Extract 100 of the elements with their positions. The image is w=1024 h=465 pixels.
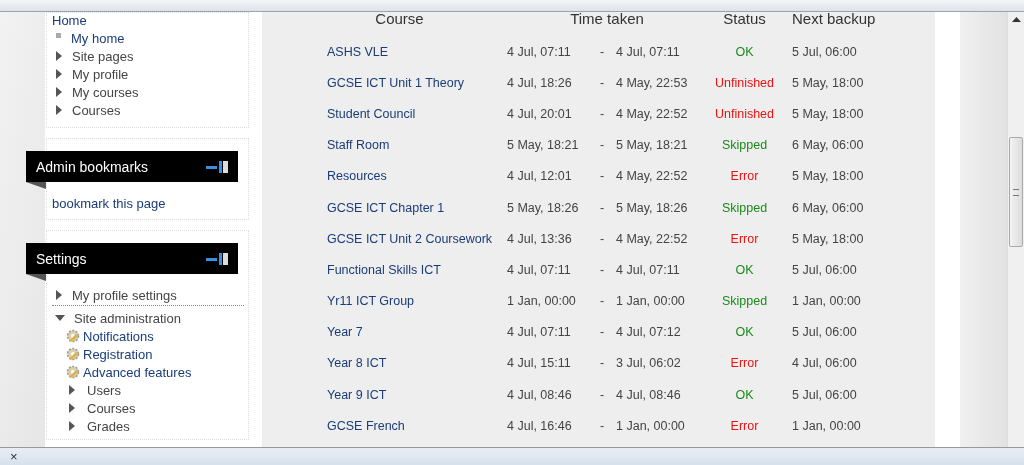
course-link[interactable]: GCSE ICT Unit 1 Theory (327, 75, 465, 90)
column-header: Next backup (791, 12, 876, 29)
home-link[interactable]: Home (52, 13, 244, 29)
table-cell-text: 1 Jan, 00:00 (616, 417, 686, 435)
scroll-up-icon[interactable] (1011, 17, 1021, 22)
table-cell: - (600, 254, 616, 286)
course-link[interactable]: ASHS VLE (327, 44, 389, 59)
table-cell-text: 5 Jul, 06:00 (791, 324, 858, 342)
table-cell-text: 5 May, 18:00 (791, 105, 865, 123)
scrollbar[interactable] (1007, 12, 1024, 447)
table-cell: 4 Jul, 20:01 (507, 98, 600, 130)
status-text: Unfinished (713, 105, 776, 123)
table-cell: 4 Jul, 07:11 (507, 36, 600, 68)
nav-item[interactable]: Courses (72, 102, 121, 118)
table-cell: - (600, 98, 616, 130)
table-cell: 4 Jul, 13:36 (507, 223, 600, 255)
table-cell-text: 1 Jan, 00:00 (791, 417, 862, 435)
table-cell: - (600, 347, 616, 380)
course-link[interactable]: Functional Skills ICT (327, 262, 441, 277)
table-cell-text: 5 May, 18:21 (616, 137, 689, 155)
status-text: Error (729, 417, 760, 435)
nav-item[interactable]: My profile (72, 66, 129, 82)
course-link[interactable]: Yr11 ICT Group (327, 294, 415, 309)
table-cell-text: 3 Jul, 06:02 (616, 355, 682, 373)
dock-icon[interactable] (206, 252, 228, 265)
course-link[interactable]: GCSE ICT Unit 2 Coursework (327, 231, 493, 246)
dock-icon[interactable] (206, 160, 228, 173)
nav-item[interactable]: My courses (72, 84, 139, 100)
table-cell: 4 Jul, 18:26 (507, 67, 600, 99)
table-cell: 4 Jul, 07:11 (507, 254, 600, 286)
table-cell-text: 4 May, 22:52 (616, 168, 689, 186)
table-cell-text: 5 May, 18:26 (616, 199, 689, 217)
table-cell: 5 May, 18:26 (507, 191, 600, 224)
table-cell-text: 4 May, 22:52 (616, 230, 689, 248)
table-cell-text: 5 Jul, 06:00 (791, 386, 858, 404)
course-link[interactable]: Year 7 (327, 325, 363, 340)
table-cell: - (600, 379, 616, 411)
table-cell: 5 May, 18:21 (507, 129, 600, 161)
ribbon-fold (26, 274, 46, 281)
course-link[interactable]: Resources (327, 169, 387, 184)
table-cell: 4 Jul, 07:11 (507, 316, 600, 348)
table-cell-text: 6 May, 06:00 (791, 137, 865, 155)
table-cell: - (600, 316, 616, 348)
course-link[interactable]: Student Council (327, 106, 416, 121)
status-text: OK (734, 386, 755, 404)
status-text: OK (734, 43, 755, 61)
scrollbar-thumb[interactable] (1009, 137, 1023, 247)
course-link[interactable]: Year 9 ICT (327, 387, 387, 402)
settings-item[interactable]: Advanced features (83, 364, 192, 380)
status-text: OK (734, 324, 755, 342)
bullet-icon (56, 32, 61, 38)
table-cell-text: 5 May, 18:00 (791, 168, 865, 186)
block-title: Settings (36, 250, 87, 267)
course-link[interactable]: GCSE ICT Chapter 1 (327, 200, 445, 215)
close-button[interactable]: × (6, 449, 22, 464)
gear-icon (66, 365, 80, 379)
status-text: Error (729, 355, 760, 373)
nav-item[interactable]: My home (71, 30, 125, 46)
table-cell-text: 4 Jul, 06:00 (791, 355, 858, 373)
table-cell: - (600, 285, 616, 317)
settings-item[interactable]: Grades (87, 418, 130, 434)
course-link[interactable]: Year 8 ICT (327, 356, 387, 371)
table-cell-text: 4 Jul, 08:46 (616, 386, 682, 404)
table-cell-text: 4 Jul, 07:12 (616, 324, 682, 342)
table-cell-text: 4 May, 22:53 (616, 74, 689, 92)
course-link[interactable]: GCSE French (327, 418, 405, 433)
table-cell-text: 6 May, 06:00 (791, 199, 865, 217)
nav-item[interactable]: Site pages (72, 48, 134, 64)
table-cell: - (600, 191, 616, 224)
table-cell-text: 4 Jul, 07:11 (616, 261, 681, 279)
table-cell-text: 1 Jan, 00:00 (791, 293, 862, 311)
column-header: Course (374, 12, 425, 29)
column-header: Time taken (569, 12, 645, 29)
table-cell: - (600, 160, 616, 192)
settings-item[interactable]: Courses (87, 400, 136, 416)
table-cell: 4 Jul, 08:46 (507, 379, 600, 411)
settings-item[interactable]: Users (87, 382, 121, 398)
status-text: Skipped (720, 199, 769, 217)
table-cell: - (600, 36, 616, 68)
ribbon-fold (26, 182, 46, 189)
table-cell-text: 4 May, 22:52 (616, 105, 689, 123)
block-title: Admin bookmarks (36, 158, 149, 175)
settings-item[interactable]: Registration (83, 346, 153, 362)
gear-icon (66, 347, 80, 361)
table-cell-text: 4 Jul, 07:11 (616, 43, 681, 61)
course-link[interactable]: Staff Room (327, 138, 390, 153)
table-cell: - (600, 223, 616, 255)
table-cell: 4 Jul, 12:01 (507, 160, 600, 192)
column-header: Status (722, 12, 767, 29)
settings-item[interactable]: My profile settings (72, 287, 177, 303)
table-cell-text: 5 Jul, 06:00 (791, 261, 858, 279)
bookmark-link[interactable]: bookmark this page (47, 189, 248, 211)
table-cell-text: 5 May, 18:00 (791, 230, 865, 248)
settings-item[interactable]: Notifications (83, 328, 154, 344)
status-text: Unfinished (713, 74, 776, 92)
table-cell: 1 Jan, 00:00 (507, 285, 600, 317)
settings-item[interactable]: Site administration (74, 310, 181, 326)
status-text: Skipped (720, 137, 769, 155)
table-cell-text: 1 Jan, 00:00 (616, 293, 686, 311)
status-text: Error (729, 168, 760, 186)
